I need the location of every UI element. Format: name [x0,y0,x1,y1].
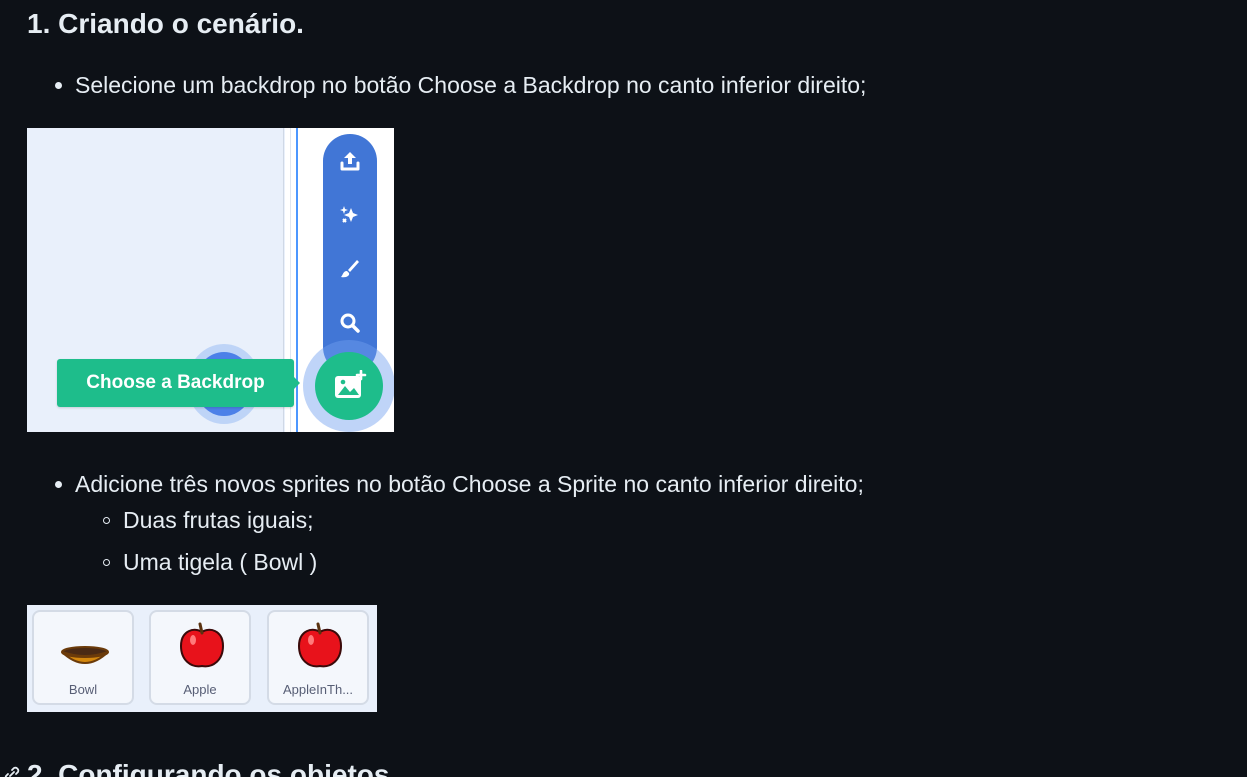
choose-backdrop-tooltip: Choose a Backdrop [57,359,294,407]
bullet-marker [55,82,62,89]
sprite-card-bowl[interactable]: Bowl [32,610,134,705]
tooltip-arrow [293,376,300,390]
surprise-sparkle-icon[interactable] [337,202,363,228]
section-heading-1: 1. Criando o cenário. [27,8,304,39]
backdrop-menu-popup [323,134,377,374]
section-heading-2: 2. Configurando os objetos [27,759,390,777]
choose-backdrop-button[interactable] [315,352,383,420]
sub-item-fruits: Duas frutas iguais; [123,507,314,533]
link-icon[interactable] [2,764,22,777]
bowl-icon [61,646,109,664]
backdrop-add-icon [335,370,367,398]
backdrop-menu-screenshot: Choose a Backdrop [27,128,394,432]
search-icon[interactable] [337,310,363,336]
sub-bullet-marker [103,517,110,524]
sprite-card-apple-in-the[interactable]: AppleInTh... [267,610,369,705]
sprite-card-apple[interactable]: Apple [149,610,251,705]
sprite-list-screenshot: Bowl Apple AppleInTh... [27,605,377,712]
bullet-sprites-text: Adicione três novos sprites no botão Cho… [75,471,864,497]
bullet-backdrop-text: Selecione um backdrop no botão Choose a … [75,72,867,98]
sub-item-bowl: Uma tigela ( Bowl ) [123,549,318,575]
apple-icon [179,622,225,668]
sprite-label: AppleInTh... [282,682,354,697]
sub-bullet-marker [103,559,110,566]
bullet-marker [55,481,62,488]
sprite-label: Apple [183,682,217,697]
paint-brush-icon[interactable] [337,256,363,282]
markdown-page: 1. Criando o cenário. Selecione um backd… [0,0,1247,777]
apple-icon [297,622,343,668]
sprite-label: Bowl [68,682,98,697]
upload-icon[interactable] [337,148,363,174]
